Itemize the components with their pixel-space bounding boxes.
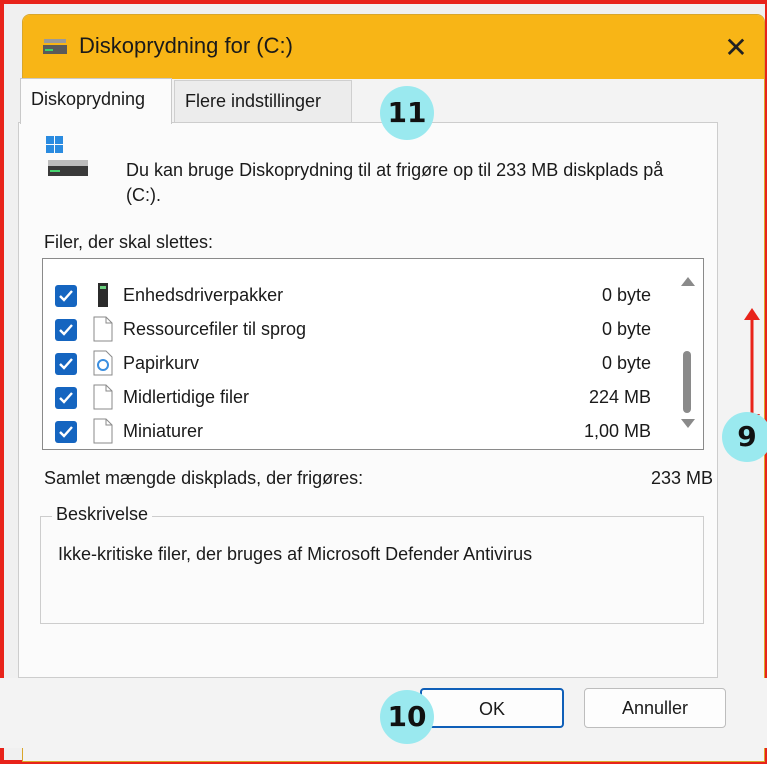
intro-text: Du kan bruge Diskoprydning til at frigør… [126,160,664,205]
checkbox[interactable] [55,421,77,443]
driver-package-icon [98,283,108,307]
file-size: 0 byte [601,353,651,373]
checkmark-icon [59,290,73,302]
close-icon: ✕ [724,31,748,63]
list-item[interactable]: Midlertidige filer 224 MB [43,381,673,415]
checkmark-icon [59,324,73,336]
list-item[interactable]: Enhedsdriverpakker 0 byte [43,279,673,313]
scroll-down-arrow-icon[interactable] [681,419,695,428]
file-icon [93,418,113,444]
scroll-thumb[interactable] [683,351,691,413]
annotation-badge-ok: 10 [380,690,434,744]
file-name: Ressourcefiler til sprog [123,319,307,339]
checkmark-icon [59,392,73,404]
file-icon [93,316,113,342]
files-to-delete-label: Filer, der skal slettes: [44,232,214,252]
title-bar: Diskoprydning for (C:) ✕ [23,15,764,79]
file-name: Midlertidige filer [123,387,250,407]
checkbox[interactable] [55,353,77,375]
checkmark-icon [59,426,73,438]
tab-more-options[interactable]: Flere indstillinger [174,80,352,122]
scroll-range-arrow-icon [744,308,760,426]
total-space-value: 233 MB [650,468,713,488]
list-item[interactable]: Miniaturer 1,00 MB [43,415,673,449]
window-title: Diskoprydning for (C:) [79,33,293,58]
file-size: 0 byte [601,319,651,339]
scroll-up-arrow-icon[interactable] [681,277,695,286]
list-item[interactable]: Ressourcefiler til sprog 0 byte [43,313,673,347]
file-icon [93,384,113,410]
checkbox[interactable] [55,387,77,409]
annotation-badge-scroll: 9 [722,412,767,462]
file-name: Enhedsdriverpakker [123,285,284,305]
file-size: 0 byte [601,285,651,305]
files-listbox[interactable]: Enhedsdriverpakker 0 byte Ressourcefiler… [42,258,704,450]
close-button[interactable]: ✕ [708,15,764,79]
file-name: Papirkurv [123,353,200,373]
description-legend: Beskrivelse [52,504,153,525]
list-item[interactable]: Papirkurv 0 byte [43,347,673,381]
description-text: Ikke-kritiske filer, der bruges af Micro… [58,544,533,564]
checkbox[interactable] [55,319,77,341]
annotation-badge-tabs: 11 [380,86,434,140]
tab-label: Flere indstillinger [185,91,322,111]
description-groupbox [40,516,704,624]
total-space-label: Samlet mængde diskplads, der frigøres: [44,468,364,488]
disk-cleanup-icon [43,39,67,54]
ok-button[interactable]: OK [420,688,564,728]
recycle-bin-icon [93,350,113,376]
drive-icon [46,136,88,176]
tab-disk-cleanup[interactable]: Diskoprydning [20,78,172,124]
list-scrollbar[interactable] [673,259,703,449]
file-size: 224 MB [588,387,651,407]
checkmark-icon [59,358,73,370]
cancel-button[interactable]: Annuller [584,688,726,728]
tab-label: Diskoprydning [31,89,146,109]
checkbox[interactable] [55,285,77,307]
file-size: 1,00 MB [583,421,651,441]
file-name: Miniaturer [123,421,204,441]
